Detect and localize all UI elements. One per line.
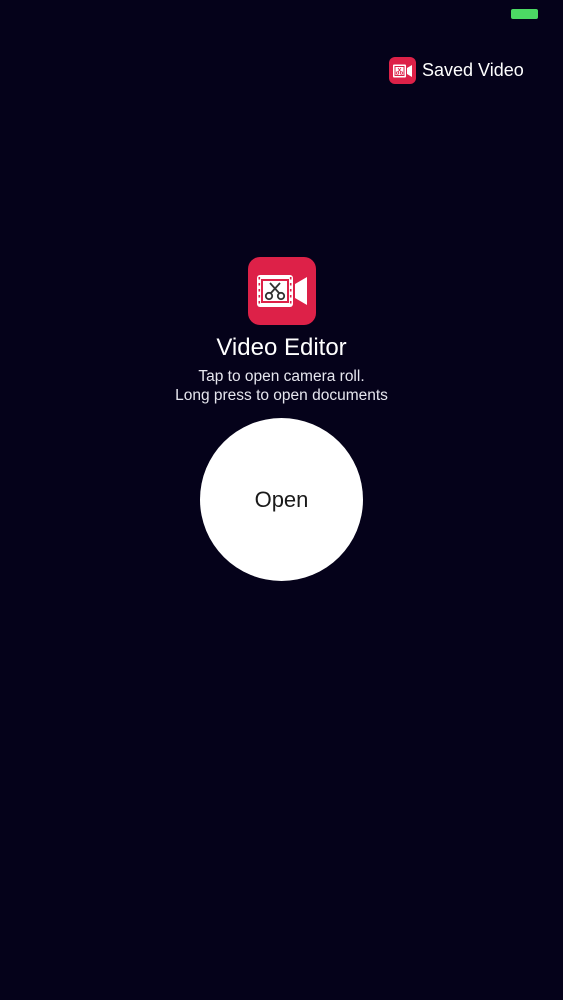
status-bar: [0, 0, 563, 26]
saved-video-label: Saved Video: [422, 60, 524, 80]
saved-video-button[interactable]: Saved Video: [389, 56, 524, 85]
instruction-text-secondary: Long press to open documents: [175, 387, 388, 404]
app-title: Video Editor: [216, 334, 347, 361]
battery-icon: [511, 9, 538, 19]
open-button[interactable]: Open: [200, 418, 363, 581]
video-editor-icon: [248, 257, 316, 325]
video-editor-icon: [389, 57, 416, 84]
open-button-label: Open: [254, 486, 309, 512]
instruction-text: Tap to open camera roll.: [198, 368, 365, 385]
